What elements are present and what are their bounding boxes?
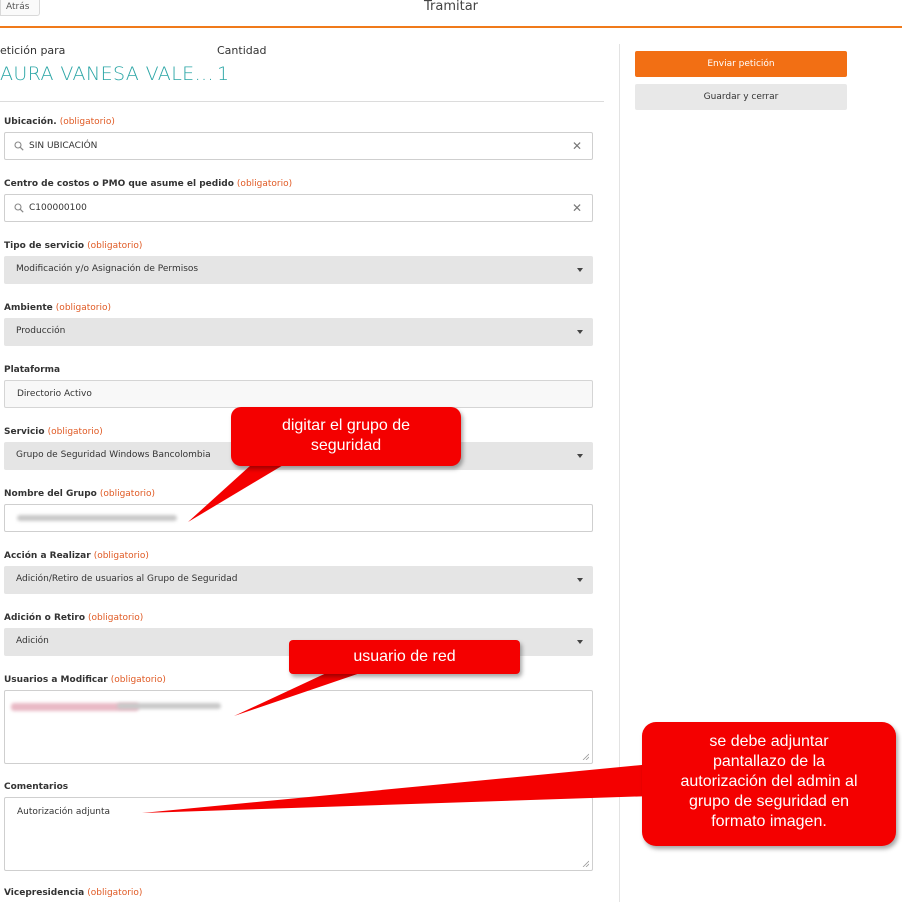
quantity-value: 1	[217, 63, 230, 85]
required-tag: (obligatorio)	[87, 241, 143, 251]
redacted-value	[17, 515, 177, 521]
required-tag: (obligatorio)	[93, 551, 149, 561]
accion-value: Adición/Retiro de usuarios al Grupo de S…	[16, 574, 238, 584]
accion-label: Acción a Realizar (obligatorio)	[4, 551, 149, 561]
resize-grip-icon[interactable]	[582, 753, 589, 760]
required-tag: (obligatorio)	[47, 427, 103, 437]
annotation-line: autorización del admin al	[680, 773, 858, 790]
ambiente-select[interactable]: Producción	[4, 318, 593, 346]
usuarios-label: Usuarios a Modificar (obligatorio)	[4, 675, 166, 685]
ambiente-value: Producción	[16, 326, 66, 336]
tipo-servicio-label: Tipo de servicio (obligatorio)	[4, 241, 143, 251]
caret-down-icon	[577, 578, 583, 582]
required-tag: (obligatorio)	[55, 303, 112, 313]
annotation-line: grupo de seguridad en	[688, 793, 850, 810]
adicion-retiro-label: Adición o Retiro (obligatorio)	[4, 613, 144, 623]
comentarios-textarea[interactable]: Autorización adjunta	[4, 797, 593, 871]
required-tag: (obligatorio)	[59, 117, 115, 127]
annotation-line: pantallazo de la	[712, 753, 826, 770]
plataforma-field: Directorio Activo	[4, 380, 593, 408]
annotation-grupo: digitar el grupo de seguridad	[231, 407, 461, 466]
search-icon	[14, 203, 24, 213]
required-tag: (obligatorio)	[236, 179, 293, 189]
caret-down-icon	[577, 640, 583, 644]
annotation-line: se debe adjuntar	[709, 733, 829, 750]
recipient-value: AURA VANESA VALE...	[0, 63, 214, 85]
accion-select[interactable]: Adición/Retiro de usuarios al Grupo de S…	[4, 566, 593, 594]
vicepresidencia-label: Vicepresidencia (obligatorio)	[4, 888, 143, 898]
search-icon	[14, 141, 24, 151]
tipo-servicio-select[interactable]: Modificación y/o Asignación de Permisos	[4, 256, 593, 284]
ubicacion-label: Ubicación. (obligatorio)	[4, 117, 115, 127]
annotation-line: digitar el grupo de	[281, 417, 411, 434]
annotation-line: formato imagen.	[711, 813, 827, 830]
nombre-grupo-label: Nombre del Grupo (obligatorio)	[4, 489, 156, 499]
tipo-servicio-value: Modificación y/o Asignación de Permisos	[16, 264, 199, 274]
required-tag: (obligatorio)	[99, 489, 156, 499]
top-bar: Atrás Tramitar	[0, 0, 902, 28]
plataforma-value: Directorio Activo	[17, 389, 92, 399]
usuarios-textarea[interactable]	[4, 690, 593, 764]
page-title: Tramitar	[423, 0, 479, 14]
send-request-button[interactable]: Enviar petición	[635, 51, 847, 77]
servicio-label: Servicio (obligatorio)	[4, 427, 103, 437]
annotation-adjunto: se debe adjuntar pantallazo de la autori…	[642, 722, 896, 846]
comentarios-value: Autorización adjunta	[17, 807, 111, 817]
close-icon[interactable]: ✕	[572, 139, 582, 153]
nombre-grupo-field[interactable]	[4, 504, 593, 532]
comentarios-label: Comentarios	[4, 782, 69, 792]
plataforma-label: Plataforma	[4, 365, 61, 375]
ubicacion-field[interactable]: SIN UBICACIÓN ✕	[4, 132, 593, 160]
caret-down-icon	[577, 454, 583, 458]
annotation-line: usuario de red	[353, 648, 456, 665]
column-divider	[619, 44, 620, 902]
redacted-user-detail	[117, 703, 221, 709]
centro-costos-label: Centro de costos o PMO que asume el pedi…	[4, 179, 293, 189]
adicion-retiro-value: Adición	[16, 636, 49, 646]
annotation-usuario: usuario de red	[289, 640, 520, 674]
servicio-value: Grupo de Seguridad Windows Bancolombia	[16, 450, 211, 460]
ambiente-label: Ambiente (obligatorio)	[4, 303, 112, 313]
caret-down-icon	[577, 330, 583, 334]
required-tag: (obligatorio)	[110, 675, 166, 685]
summary-divider	[0, 101, 604, 102]
quantity-label: Cantidad	[217, 44, 267, 57]
save-close-button[interactable]: Guardar y cerrar	[635, 84, 847, 110]
recipient-label: etición para	[0, 44, 66, 57]
ubicacion-value: SIN UBICACIÓN	[29, 141, 98, 151]
centro-costos-field[interactable]: C100000100 ✕	[4, 194, 593, 222]
resize-grip-icon[interactable]	[582, 860, 589, 867]
caret-down-icon	[577, 268, 583, 272]
annotation-line: seguridad	[310, 437, 382, 454]
required-tag: (obligatorio)	[87, 888, 143, 898]
required-tag: (obligatorio)	[88, 613, 144, 623]
close-icon[interactable]: ✕	[572, 201, 582, 215]
centro-costos-value: C100000100	[29, 203, 87, 213]
